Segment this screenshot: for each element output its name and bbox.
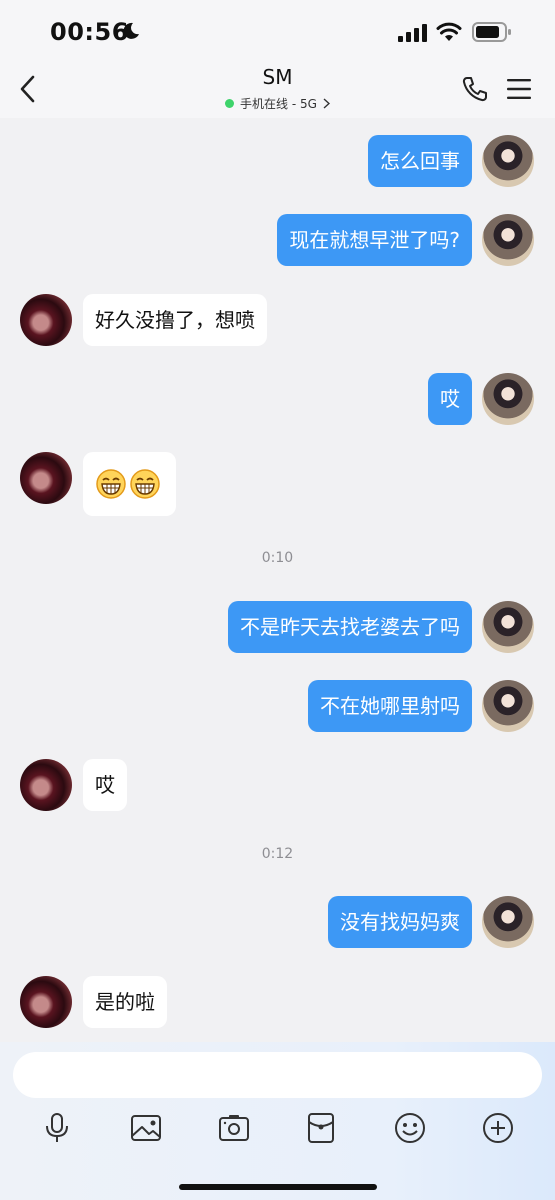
status-bar: 00:56 [0, 0, 555, 62]
message-bubble-incoming[interactable]: 哎 [83, 759, 127, 811]
grinning-face-emoji [130, 469, 160, 499]
message-bubble-outgoing[interactable]: 不是昨天去找老婆去了吗 [228, 601, 472, 653]
image-icon[interactable] [130, 1112, 162, 1144]
message-timestamp: 0:12 [261, 846, 294, 862]
online-status-label: 手机在线 - 5G [240, 97, 317, 111]
composer-bar [0, 1042, 555, 1200]
chevron-right-icon [323, 98, 330, 109]
grinning-face-emoji [96, 469, 126, 499]
contact-avatar[interactable] [20, 452, 72, 504]
menu-icon[interactable] [507, 78, 531, 100]
status-time: 00:56 [50, 18, 129, 46]
home-indicator[interactable] [179, 1184, 377, 1190]
battery-icon [472, 22, 511, 42]
my-avatar[interactable] [482, 214, 534, 266]
message-input[interactable] [13, 1052, 542, 1098]
my-avatar[interactable] [482, 601, 534, 653]
moon-icon [123, 22, 139, 39]
my-avatar[interactable] [482, 373, 534, 425]
camera-icon[interactable] [218, 1112, 250, 1144]
message-bubble-outgoing[interactable]: 哎 [428, 373, 472, 425]
message-bubble-outgoing[interactable]: 不在她哪里射吗 [308, 680, 472, 732]
microphone-icon[interactable] [44, 1112, 70, 1144]
contact-avatar[interactable] [20, 976, 72, 1028]
red-envelope-icon[interactable] [307, 1112, 335, 1144]
my-avatar[interactable] [482, 135, 534, 187]
contact-avatar[interactable] [20, 759, 72, 811]
message-bubble-incoming[interactable] [83, 452, 176, 516]
message-bubble-outgoing[interactable]: 怎么回事 [368, 135, 472, 187]
message-bubble-incoming[interactable]: 好久没撸了，想喷 [83, 294, 267, 346]
phone-call-icon[interactable] [461, 75, 489, 103]
wifi-icon [436, 22, 462, 41]
my-avatar[interactable] [482, 680, 534, 732]
my-avatar[interactable] [482, 896, 534, 948]
chat-header: SM 手机在线 - 5G [0, 62, 555, 118]
online-dot-icon [225, 99, 235, 108]
message-timestamp: 0:10 [261, 550, 294, 566]
emoji-icon[interactable] [394, 1112, 426, 1144]
plus-icon[interactable] [482, 1112, 514, 1144]
message-bubble-outgoing[interactable]: 没有找妈妈爽 [328, 896, 472, 948]
cellular-signal-icon [398, 24, 427, 42]
message-bubble-outgoing[interactable]: 现在就想早泄了吗? [277, 214, 472, 266]
message-bubble-incoming[interactable]: 是的啦 [83, 976, 167, 1028]
contact-avatar[interactable] [20, 294, 72, 346]
